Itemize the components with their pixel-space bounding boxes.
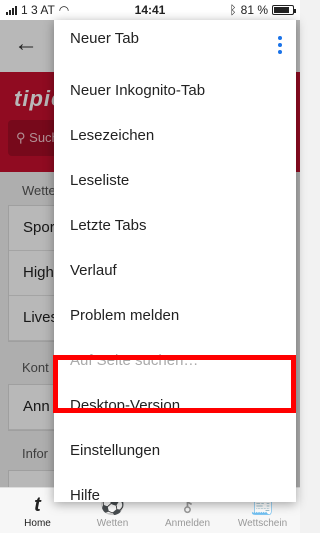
menu-item-help[interactable]: Hilfe <box>70 487 100 502</box>
menu-item-recent-tabs[interactable]: Letzte Tabs <box>70 217 146 234</box>
status-bar: 1 3 AT ◠ 14:41 ᛒ 81 % <box>0 0 300 20</box>
tipico-t-icon: t <box>34 494 41 516</box>
highlight-box <box>53 355 296 413</box>
menu-item-history[interactable]: Verlauf <box>70 262 117 279</box>
overflow-menu: Neuer Tab Neuer Inkognito-Tab Lesezeiche… <box>54 20 296 502</box>
tab-label: Wetten <box>96 518 129 529</box>
menu-item-reading-list[interactable]: Leseliste <box>70 172 129 189</box>
menu-item-report-issue[interactable]: Problem melden <box>70 307 179 324</box>
menu-item-new-tab[interactable]: Neuer Tab <box>70 30 139 47</box>
tab-label: Anmelden <box>164 518 211 529</box>
tab-label: Wettschein <box>237 518 288 529</box>
tab-label: Home <box>24 518 51 529</box>
menu-item-new-incognito-tab[interactable]: Neuer Inkognito-Tab <box>70 82 205 99</box>
more-options-icon[interactable] <box>278 36 282 54</box>
status-right: ᛒ 81 % <box>229 3 296 17</box>
battery-icon <box>272 5 296 15</box>
menu-item-bookmarks[interactable]: Lesezeichen <box>70 127 154 144</box>
battery-percent: 81 % <box>240 3 268 17</box>
bluetooth-icon: ᛒ <box>229 3 237 17</box>
menu-item-settings[interactable]: Einstellungen <box>70 442 160 459</box>
